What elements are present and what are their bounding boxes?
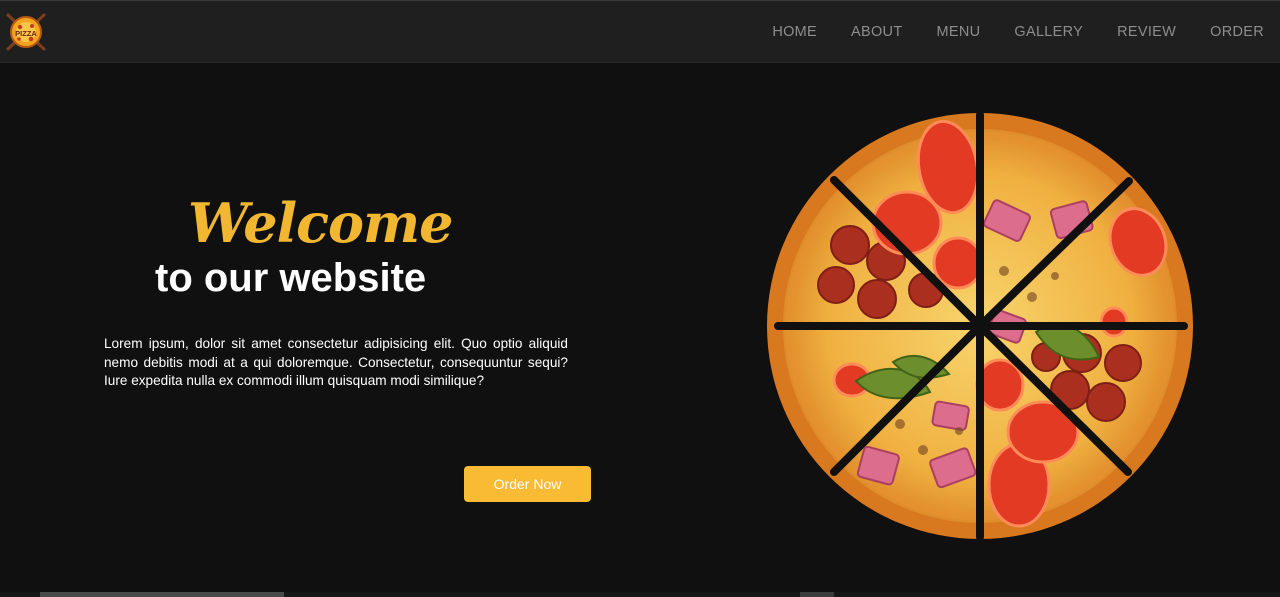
hero-description: Lorem ipsum, dolor sit amet consectetur …: [104, 336, 568, 388]
pizza-illustration: [756, 109, 1204, 543]
hero-subtitle: to our website: [155, 256, 427, 300]
nav-review[interactable]: REVIEW: [1117, 24, 1176, 40]
nav-home[interactable]: HOME: [772, 24, 817, 40]
order-now-button[interactable]: Order Now: [464, 466, 591, 502]
nav-menu[interactable]: MENU: [936, 24, 980, 40]
nav-about[interactable]: ABOUT: [851, 24, 902, 40]
nav-gallery[interactable]: GALLERY: [1014, 24, 1083, 40]
hero-section: Welcome to our website Lorem ipsum, dolo…: [0, 63, 1280, 597]
navbar: PIZZA HOME ABOUT MENU GALLERY REVIEW ORD…: [0, 0, 1280, 63]
scroll-indicator: [40, 592, 284, 597]
nav-order[interactable]: ORDER: [1210, 24, 1264, 40]
main-navigation: HOME ABOUT MENU GALLERY REVIEW ORDER: [772, 1, 1264, 63]
scroll-indicator-secondary: [800, 592, 834, 597]
pizza-logo-icon[interactable]: PIZZA: [4, 10, 48, 54]
welcome-heading: Welcome: [188, 191, 454, 255]
svg-text:PIZZA: PIZZA: [15, 29, 37, 38]
